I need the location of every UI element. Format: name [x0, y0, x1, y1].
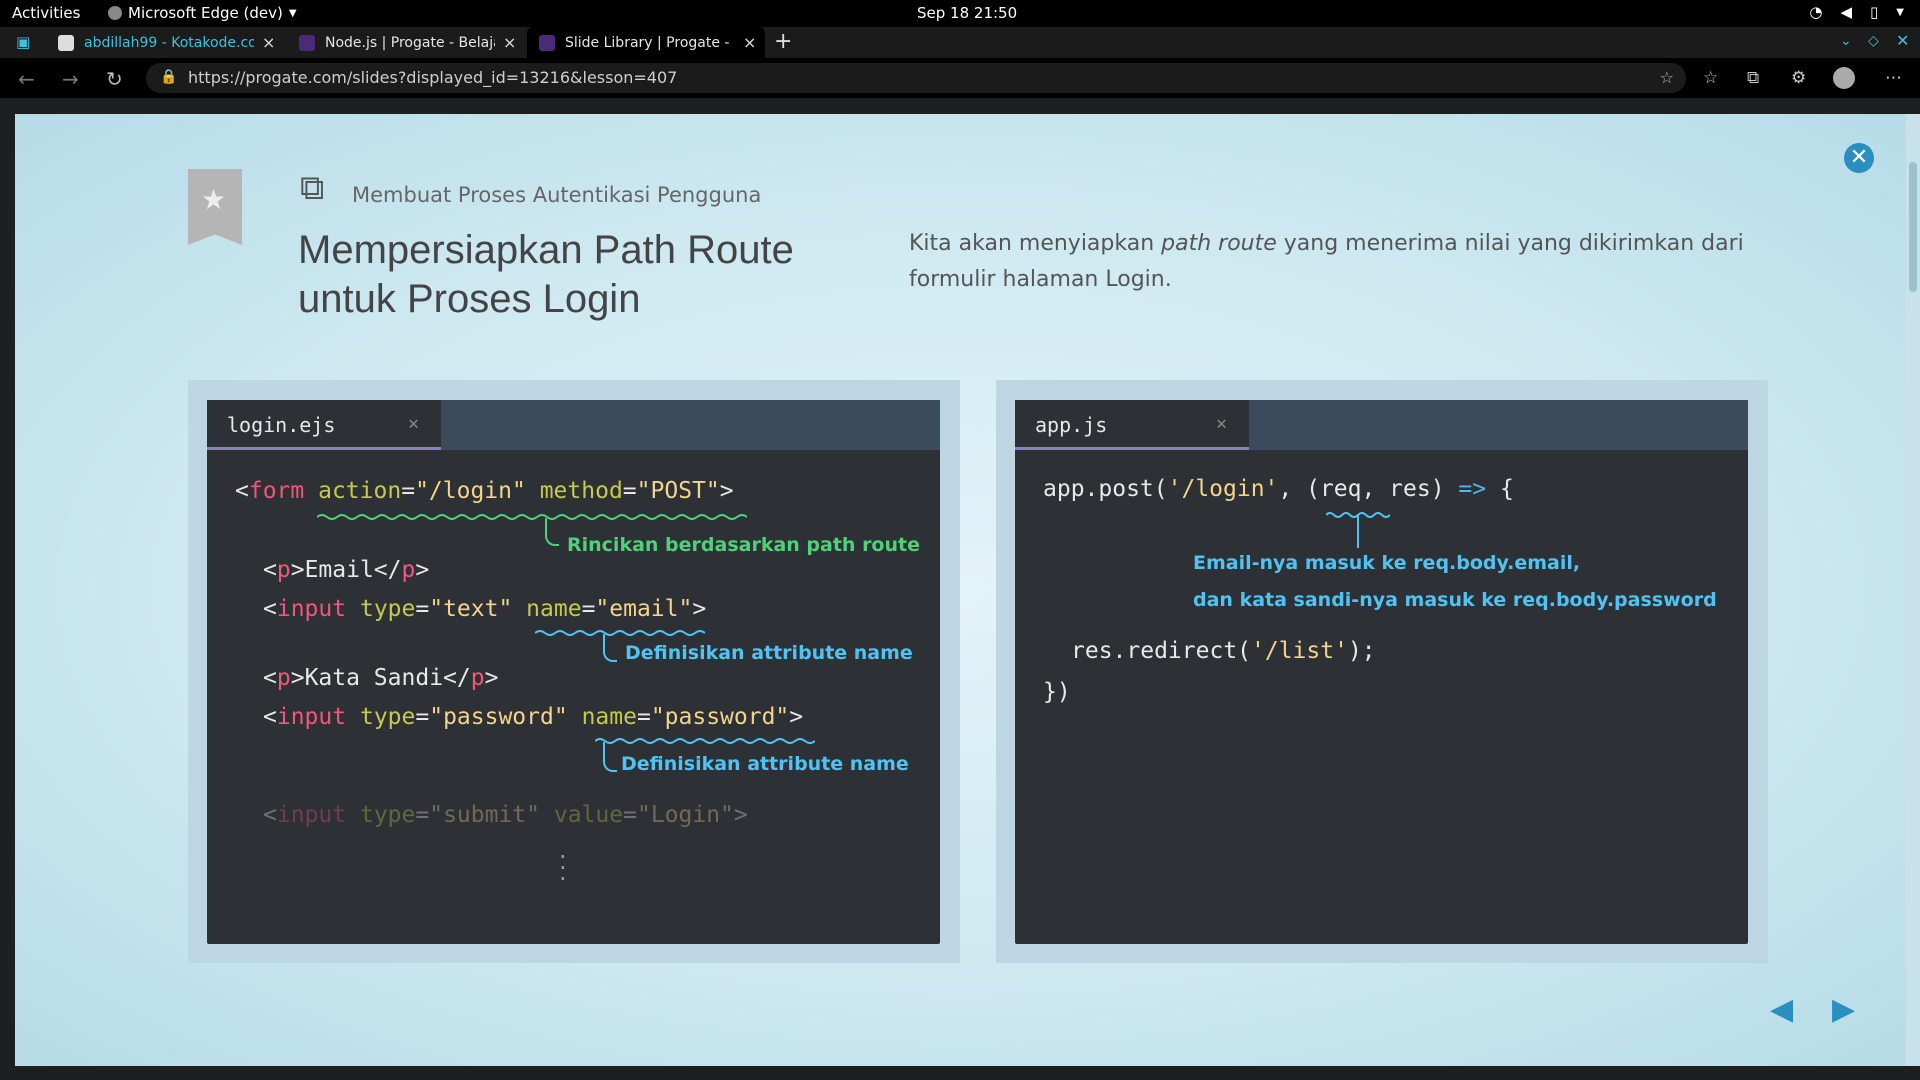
battery-icon: ▯ — [1870, 3, 1879, 21]
close-tab-icon[interactable]: × — [503, 33, 516, 52]
code-line: <form action="/login" method="POST"> — [235, 478, 734, 504]
tab-title: Node.js | Progate - Belajar — [325, 34, 495, 51]
star-icon: ★ — [201, 183, 227, 216]
clock[interactable]: Sep 18 21:50 — [917, 4, 1017, 22]
editor-tab-bar: login.ejs ✕ — [207, 400, 940, 450]
editor-tab-bar: app.js ✕ — [1015, 400, 1748, 450]
editor-tab-app-js[interactable]: app.js ✕ — [1015, 400, 1249, 450]
annotation: dan kata sandi-nya masuk ke req.body.pas… — [1193, 589, 1717, 611]
more-menu-icon[interactable]: ⋯ — [1885, 68, 1902, 88]
scrollbar-thumb[interactable] — [1909, 162, 1917, 292]
desc-emphasis: path route — [1161, 231, 1277, 256]
squiggle-underline — [595, 738, 815, 744]
system-tray[interactable]: ◔ ◀ ▯ ▼ — [1809, 3, 1904, 21]
activities-button[interactable]: Activities — [12, 4, 80, 22]
code-editor-app: app.js ✕ app.post('/login', (req, res) =>… — [1015, 400, 1748, 944]
close-icon: ✕ — [408, 413, 419, 434]
close-tab-icon[interactable]: × — [743, 33, 756, 52]
previous-slide-arrow[interactable]: ◀ — [1770, 992, 1793, 1027]
slide-description: Kita akan menyiapkan path route yang men… — [909, 226, 1759, 298]
kotakode-favicon-icon — [58, 34, 74, 51]
editor-tab-label: app.js — [1035, 413, 1108, 437]
url-text: https://progate.com/slides?displayed_id=… — [188, 68, 678, 87]
code-line: <input type="text" name="email"> — [263, 596, 707, 622]
progate-favicon-icon — [539, 34, 555, 51]
code-line: res.redirect('/list'); — [1071, 638, 1376, 664]
code-line: }) — [1043, 679, 1071, 705]
code-panel-left: login.ejs ✕ <form action="/login" method=… — [188, 380, 960, 963]
slide-title: Mempersiapkan Path Route untuk Proses Lo… — [298, 228, 794, 321]
address-bar-row: ← → ↻ 🔒 https://progate.com/slides?displ… — [0, 58, 1920, 98]
lesson-subtitle: Membuat Proses Autentikasi Pengguna — [352, 183, 762, 207]
tab-search-icon[interactable]: ⌄ — [1840, 33, 1852, 49]
code-line: <p>Kata Sandi</p> — [263, 665, 499, 691]
code-line: <input type="submit" value="Login"> — [263, 802, 748, 828]
chevron-down-icon: ▼ — [288, 7, 297, 19]
url-field[interactable]: 🔒 https://progate.com/slides?displayed_i… — [146, 63, 1686, 93]
favorites-icon[interactable]: ☆ — [1703, 68, 1718, 88]
pointer-line — [603, 742, 617, 772]
squiggle-underline — [317, 514, 747, 520]
wifi-icon: ◔ — [1809, 3, 1823, 21]
tab-title: abdillah99 - Kotakode.com — [84, 34, 254, 51]
tab-slide-library[interactable]: Slide Library | Progate - Belajar × — [527, 27, 765, 58]
code-line: <p>Email</p> — [263, 557, 430, 583]
next-slide-arrow[interactable]: ▶ — [1832, 992, 1855, 1027]
tab-actions-icon[interactable]: ▣ — [16, 33, 30, 51]
annotation: Email-nya masuk ke req.body.email, — [1193, 552, 1581, 574]
lock-icon[interactable]: 🔒 — [160, 69, 177, 85]
annotation: Rincikan berdasarkan path route — [567, 534, 920, 556]
reload-icon[interactable]: ↻ — [106, 67, 123, 91]
progate-favicon-icon — [299, 34, 315, 51]
edge-icon — [108, 6, 122, 20]
new-tab-button[interactable]: + — [774, 29, 792, 54]
tab-kotakode[interactable]: abdillah99 - Kotakode.com × — [46, 27, 284, 58]
code-line: <input type="password" name="password"> — [263, 704, 804, 730]
pointer-line — [603, 634, 617, 662]
collections-icon[interactable]: ⧉ — [1747, 68, 1759, 88]
desc-text: Kita akan menyiapkan — [909, 231, 1162, 256]
external-link-icon: ⧉ — [300, 168, 325, 208]
back-icon[interactable]: ← — [18, 67, 35, 91]
forward-icon[interactable]: → — [62, 67, 79, 91]
editor-tab-login-ejs[interactable]: login.ejs ✕ — [207, 400, 441, 450]
add-favorite-icon[interactable]: ☆ — [1660, 68, 1674, 87]
bookmark-ribbon[interactable]: ★ — [188, 169, 242, 245]
close-window-icon[interactable]: ✕ — [1896, 31, 1909, 50]
code-panel-right: app.js ✕ app.post('/login', (req, res) =>… — [996, 380, 1768, 963]
volume-icon: ◀ — [1840, 3, 1853, 21]
close-slide-button[interactable]: ✕ — [1844, 143, 1874, 173]
scrollbar[interactable] — [1906, 114, 1920, 1066]
squiggle-underline — [535, 630, 705, 636]
extensions-icon[interactable]: ⚙ — [1791, 68, 1806, 88]
tab-nodejs-progate[interactable]: Node.js | Progate - Belajar × — [287, 27, 525, 58]
settings-icon[interactable]: ◇ — [1868, 33, 1879, 49]
annotation: Definisikan attribute name — [625, 642, 913, 664]
editor-tab-label: login.ejs — [227, 413, 336, 437]
profile-avatar[interactable] — [1833, 67, 1855, 89]
close-tab-icon[interactable]: × — [262, 33, 275, 52]
pointer-line — [1357, 514, 1359, 548]
system-top-bar: Activities Microsoft Edge (dev) ▼ Sep 18… — [0, 0, 1920, 27]
app-menu[interactable]: Microsoft Edge (dev) ▼ — [108, 4, 297, 22]
tab-strip: ▣ abdillah99 - Kotakode.com × Node.js | … — [0, 27, 1920, 58]
more-dots-icon: · · · — [559, 843, 567, 893]
app-name: Microsoft Edge (dev) — [128, 4, 283, 22]
annotation: Definisikan attribute name — [621, 753, 909, 775]
code-editor-login: login.ejs ✕ <form action="/login" method=… — [207, 400, 940, 944]
chevron-down-icon: ▼ — [1896, 6, 1904, 18]
close-icon: ✕ — [1216, 413, 1227, 434]
code-line: app.post('/login', (req, res) => { — [1043, 476, 1514, 502]
pointer-line — [545, 518, 559, 546]
tab-title: Slide Library | Progate - Belajar — [565, 34, 735, 51]
